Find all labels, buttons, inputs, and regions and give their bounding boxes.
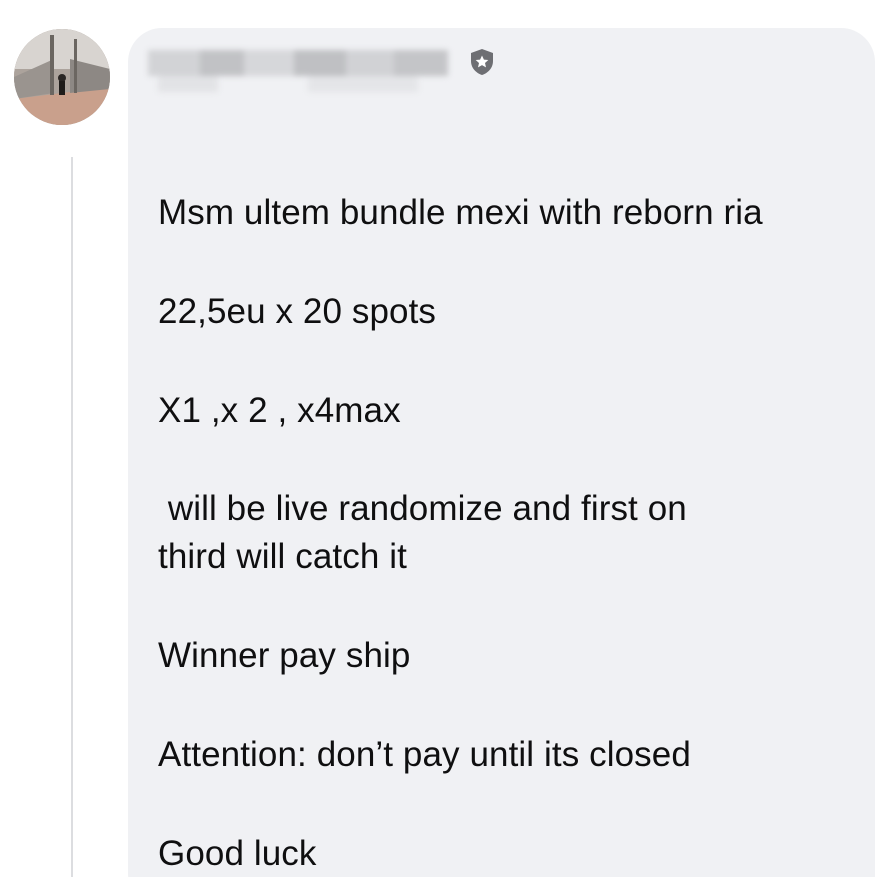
text-line-1: Msm ultem bundle mexi with reborn ria — [158, 193, 763, 232]
text-line-8: Good luck — [158, 834, 317, 873]
author-name — [148, 42, 149, 43]
text-line-4: will be live randomize and first on — [158, 489, 687, 528]
avatar[interactable] — [14, 29, 110, 125]
text-line-3: X1 ,x 2 , x4max — [158, 391, 401, 430]
thread-line — [71, 157, 73, 877]
text-line-7: Attention: don’t pay until its closed — [158, 735, 691, 774]
author-name-blurred[interactable] — [148, 42, 478, 98]
text-line-5: third will catch it — [158, 537, 407, 576]
avatar-photo — [14, 29, 110, 125]
admin-shield-icon — [471, 49, 493, 75]
text-line-6: Winner pay ship — [158, 636, 411, 675]
text-line-2: 22,5eu x 20 spots — [158, 292, 437, 331]
